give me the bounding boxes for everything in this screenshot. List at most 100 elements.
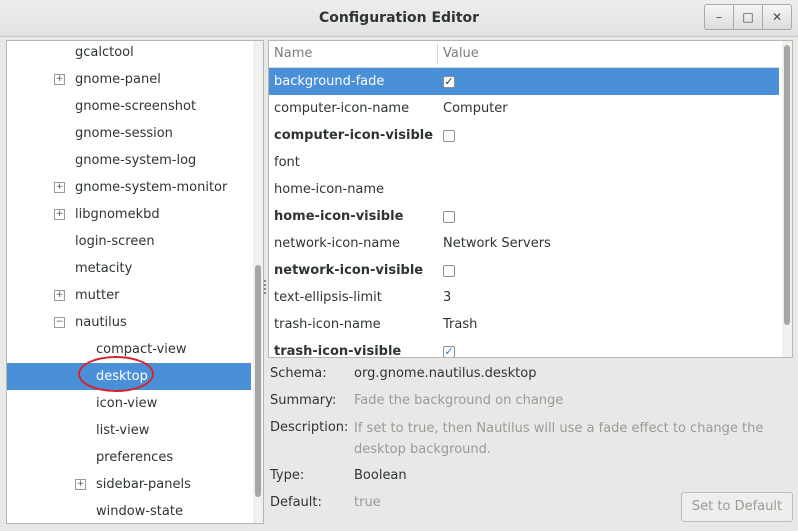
keys-scrollbar-thumb[interactable] bbox=[784, 45, 790, 325]
key-row-trash-icon-visible[interactable]: trash-icon-visible ✓ bbox=[269, 338, 779, 358]
tree-item-label: sidebar-panels bbox=[96, 477, 191, 492]
key-row-trash-icon-name[interactable]: trash-icon-name Trash bbox=[269, 311, 779, 338]
key-row-background-fade[interactable]: background-fade ✓ bbox=[269, 68, 779, 95]
tree-item-label: window-state bbox=[96, 504, 183, 519]
key-value[interactable]: Trash bbox=[443, 311, 477, 338]
unchecked-checkbox[interactable] bbox=[443, 265, 455, 277]
tree-item-gnome-system-monitor[interactable]: + gnome-system-monitor bbox=[7, 174, 251, 201]
description-value: If set to true, then Nautilus will use a… bbox=[354, 421, 764, 457]
keys-scrollbar[interactable] bbox=[782, 41, 792, 357]
tree-item-label: metacity bbox=[75, 261, 133, 276]
expand-icon[interactable]: + bbox=[54, 209, 65, 220]
key-row-network-icon-name[interactable]: network-icon-name Network Servers bbox=[269, 230, 779, 257]
maximize-button[interactable]: □ bbox=[734, 4, 763, 30]
tree-item-gnome-session[interactable]: gnome-session bbox=[7, 120, 251, 147]
type-value: Boolean bbox=[354, 468, 407, 483]
tree-item-label: preferences bbox=[96, 450, 174, 465]
key-name: trash-icon-name bbox=[274, 317, 381, 332]
tree-item-icon-view[interactable]: icon-view bbox=[7, 390, 251, 417]
key-name: computer-icon-name bbox=[274, 101, 410, 116]
key-value[interactable]: Computer bbox=[443, 95, 508, 122]
tree-item-label: gnome-system-log bbox=[75, 153, 197, 168]
key-value[interactable]: Network Servers bbox=[443, 230, 551, 257]
expand-icon[interactable]: + bbox=[54, 74, 65, 85]
key-name: trash-icon-visible bbox=[274, 344, 402, 358]
tree-item-gnome-screenshot[interactable]: gnome-screenshot bbox=[7, 93, 251, 120]
checked-checkbox[interactable]: ✓ bbox=[443, 346, 455, 357]
tree-item-nautilus[interactable]: − nautilus bbox=[7, 309, 251, 336]
tree-item-libgnomekbd[interactable]: + libgnomekbd bbox=[7, 201, 251, 228]
key-name: font bbox=[274, 155, 300, 170]
keys-list-header: Name Value bbox=[269, 41, 779, 68]
title-bar: Configuration Editor – □ ✕ bbox=[0, 0, 798, 37]
type-label: Type: bbox=[270, 468, 305, 483]
tree-scrollbar-thumb[interactable] bbox=[255, 265, 261, 497]
tree-item-label: gcalctool bbox=[75, 45, 134, 60]
tree-item-label: nautilus bbox=[75, 315, 127, 330]
default-label: Default: bbox=[270, 495, 322, 510]
tree-item-label: icon-view bbox=[96, 396, 158, 411]
tree-item-gnome-panel[interactable]: + gnome-panel bbox=[7, 66, 251, 93]
tree-item-metacity[interactable]: metacity bbox=[7, 255, 251, 282]
key-row-font[interactable]: font bbox=[269, 149, 779, 176]
tree-item-label: list-view bbox=[96, 423, 150, 438]
description-label: Description: bbox=[270, 420, 349, 435]
tree-item-mutter[interactable]: + mutter bbox=[7, 282, 251, 309]
key-row-computer-icon-visible[interactable]: computer-icon-visible bbox=[269, 122, 779, 149]
keys-list[interactable]: Name Value background-fade ✓ computer-icon… bbox=[268, 40, 793, 358]
collapse-icon[interactable]: − bbox=[54, 317, 65, 328]
tree-item-label: gnome-session bbox=[75, 126, 173, 141]
highlight-circle-annotation bbox=[78, 356, 154, 392]
expand-icon[interactable]: + bbox=[75, 479, 86, 490]
window-title: Configuration Editor bbox=[318, 10, 480, 26]
key-name: computer-icon-visible bbox=[274, 128, 434, 143]
schema-tree[interactable]: gcalctool + gnome-panel gnome-screenshot gno… bbox=[6, 40, 264, 524]
key-value[interactable]: 3 bbox=[443, 284, 451, 311]
key-name: background-fade bbox=[274, 74, 385, 89]
key-name: network-icon-name bbox=[274, 236, 400, 251]
tree-item-login-screen[interactable]: login-screen bbox=[7, 228, 251, 255]
key-row-computer-icon-name[interactable]: computer-icon-name Computer bbox=[269, 95, 779, 122]
tree-item-gnome-system-log[interactable]: gnome-system-log bbox=[7, 147, 251, 174]
tree-item-label: gnome-screenshot bbox=[75, 99, 197, 114]
close-button[interactable]: ✕ bbox=[763, 4, 792, 30]
tree-item-label: mutter bbox=[75, 288, 120, 303]
tree-item-preferences[interactable]: preferences bbox=[7, 444, 251, 471]
checked-checkbox[interactable]: ✓ bbox=[443, 76, 455, 88]
key-row-text-ellipsis-limit[interactable]: text-ellipsis-limit 3 bbox=[269, 284, 779, 311]
tree-item-label: gnome-system-monitor bbox=[75, 180, 228, 195]
tree-item-gcalctool[interactable]: gcalctool bbox=[7, 41, 251, 66]
close-icon: ✕ bbox=[771, 10, 783, 24]
tree-scrollbar[interactable] bbox=[253, 41, 263, 523]
tree-item-label: gnome-panel bbox=[75, 72, 161, 87]
key-name: home-icon-name bbox=[274, 182, 385, 197]
key-name: home-icon-visible bbox=[274, 209, 404, 224]
column-header-name[interactable]: Name bbox=[274, 41, 312, 67]
minimize-icon: – bbox=[716, 10, 722, 24]
summary-label: Summary: bbox=[270, 393, 337, 408]
tree-item-window-state[interactable]: window-state bbox=[7, 498, 251, 523]
key-row-home-icon-visible[interactable]: home-icon-visible bbox=[269, 203, 779, 230]
minimize-button[interactable]: – bbox=[704, 4, 734, 30]
default-value: true bbox=[354, 495, 381, 510]
schema-label: Schema: bbox=[270, 366, 327, 381]
unchecked-checkbox[interactable] bbox=[443, 130, 455, 142]
key-row-home-icon-name[interactable]: home-icon-name bbox=[269, 176, 779, 203]
expand-icon[interactable]: + bbox=[54, 182, 65, 193]
pane-divider-handle[interactable] bbox=[264, 278, 267, 296]
maximize-icon: □ bbox=[742, 10, 754, 24]
key-row-network-icon-visible[interactable]: network-icon-visible bbox=[269, 257, 779, 284]
key-name: text-ellipsis-limit bbox=[274, 290, 382, 305]
set-to-default-button[interactable]: Set to Default bbox=[681, 492, 793, 522]
tree-item-list-view[interactable]: list-view bbox=[7, 417, 251, 444]
tree-item-sidebar-panels[interactable]: + sidebar-panels bbox=[7, 471, 251, 498]
tree-item-label: login-screen bbox=[75, 234, 155, 249]
column-header-value[interactable]: Value bbox=[443, 41, 479, 67]
tree-item-label: libgnomekbd bbox=[75, 207, 160, 222]
unchecked-checkbox[interactable] bbox=[443, 211, 455, 223]
expand-icon[interactable]: + bbox=[54, 290, 65, 301]
schema-value: org.gnome.nautilus.desktop bbox=[354, 366, 537, 381]
key-name: network-icon-visible bbox=[274, 263, 424, 278]
window-controls: – □ ✕ bbox=[704, 4, 792, 30]
summary-value: Fade the background on change bbox=[354, 393, 564, 408]
